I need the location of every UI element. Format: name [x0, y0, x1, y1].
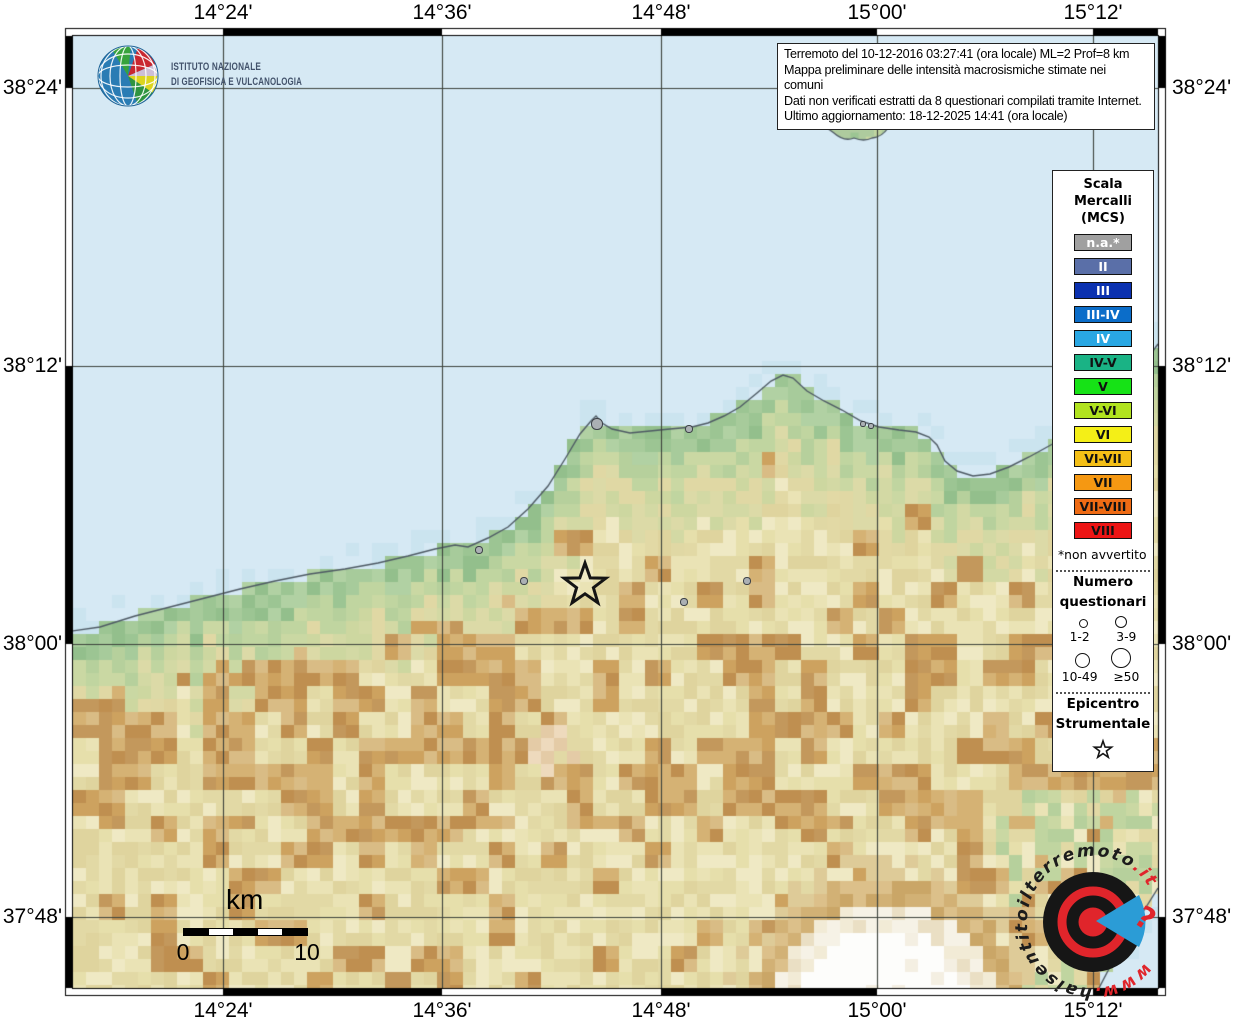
scale-bar: km 0 10: [160, 884, 340, 968]
axis-label-right-1: 38°12': [1172, 354, 1232, 378]
axis-label-top-4: 15°12': [1063, 1, 1122, 25]
legend-panel: ScalaMercalli(MCS)n.a.*IIIIIIII-IVIVIV-V…: [1052, 170, 1154, 772]
legend-swatch-VI: VI: [1074, 426, 1132, 443]
questionnaire-size-label: 3-9: [1106, 630, 1146, 644]
legend-swatch-VI-VII: VI-VII: [1074, 450, 1132, 467]
questionnaire-dot: [475, 546, 482, 553]
questionnaire-size-label: 1-2: [1060, 630, 1100, 644]
ingv-name-line2: DI GEOFISICA E VULCANOLOGIA: [171, 76, 302, 88]
questionnaire-size-circle-icon: [1075, 653, 1090, 668]
axis-label-bottom-1: 14°36': [412, 999, 471, 1023]
legend-title-line: Mercalli: [1053, 193, 1153, 210]
axis-label-top-0: 14°24': [193, 1, 252, 25]
axis-label-right-0: 38°24': [1172, 76, 1232, 100]
legend-swatch-VIII: VIII: [1074, 522, 1132, 539]
axis-label-left-0: 38°24': [2, 76, 62, 100]
scale-bar-unit-label: km: [226, 884, 263, 916]
epicenter-legend-star: [1091, 738, 1115, 762]
legend-swatch-IV-V: IV-V: [1074, 354, 1132, 371]
axis-label-left-3: 37°48': [2, 905, 62, 929]
scale-bar-segment: [233, 929, 258, 935]
questionnaire-size-label: ≥50: [1106, 670, 1146, 684]
questionnaire-size-circle-icon: [1079, 619, 1088, 628]
axis-label-bottom-0: 14°24': [193, 999, 252, 1023]
star-icon: [1094, 741, 1111, 757]
ingv-globe-icon: [98, 43, 160, 106]
axis-label-bottom-2: 14°48': [631, 999, 690, 1023]
legend-swatch-V-VI: V-VI: [1074, 402, 1132, 419]
star-icon: [564, 563, 606, 603]
axis-label-top-1: 14°36': [412, 1, 471, 25]
legend-circle-row: [1053, 616, 1153, 628]
legend-swatch-III: III: [1074, 282, 1132, 299]
info-line-event: Terremoto del 10-12-2016 03:27:41 (ora l…: [784, 47, 1148, 63]
legend-swatch-III-IV: III-IV: [1074, 306, 1132, 323]
scale-bar-segment: [184, 929, 209, 935]
legend-swatch-n.a.*: n.a.*: [1074, 234, 1132, 251]
legend-questionnaire-title-line: Numero: [1053, 572, 1153, 592]
macroseismic-intensity-map: 14°24' 14°36' 14°48' 15°00' 15°12' 14°24' 14°3…: [0, 0, 1254, 1024]
legend-circle-labels: 1-2 3-9: [1053, 630, 1153, 644]
axis-label-top-2: 14°48': [631, 1, 690, 25]
questionnaire-size-label: 10-49: [1060, 670, 1100, 684]
axis-label-right-2: 38°00': [1172, 632, 1232, 656]
scale-bar-segments: [183, 928, 308, 936]
info-line-maptype: Mappa preliminare delle intensità macros…: [784, 63, 1148, 94]
info-line-source: Dati non verificati estratti da 8 questi…: [784, 94, 1148, 110]
axis-label-left-2: 38°00': [2, 632, 62, 656]
questionnaire-dot: [520, 577, 527, 584]
legend-title-line: Scala: [1053, 176, 1153, 193]
scale-bar-start-label: 0: [177, 939, 190, 966]
legend-swatch-V: V: [1074, 378, 1132, 395]
scale-bar-segment: [209, 929, 234, 935]
axis-label-bottom-3: 15°00': [847, 999, 906, 1023]
questionnaire-dot: [591, 418, 602, 429]
legend-epicenter-title-line: Strumentale: [1053, 714, 1153, 734]
questionnaire-size-circle-icon: [1115, 616, 1127, 628]
legend-swatch-VII-VIII: VII-VIII: [1074, 498, 1132, 515]
questionnaire-dot: [860, 421, 865, 426]
legend-swatch-IV: IV: [1074, 330, 1132, 347]
ingv-name-line1: ISTITUTO NAZIONALE: [171, 61, 261, 73]
legend-circle-row: [1053, 648, 1153, 668]
questionnaire-dot: [743, 577, 750, 584]
hsit-bullseye-icon: [1043, 872, 1146, 972]
legend-swatch-VII: VII: [1074, 474, 1132, 491]
axis-label-top-3: 15°00': [847, 1, 906, 25]
questionnaire-size-circle-icon: [1111, 648, 1131, 668]
axis-label-left-1: 38°12': [2, 354, 62, 378]
scale-bar-segment: [282, 929, 307, 935]
scale-bar-end-label: 10: [294, 939, 320, 966]
legend-circle-labels: 10-49 ≥50: [1053, 670, 1153, 684]
legend-questionnaire-title-line: questionari: [1053, 592, 1153, 612]
info-line-update: Ultimo aggiornamento: 18-12-2025 14:41 (…: [784, 109, 1148, 125]
legend-epicenter-title-line: Epicentro: [1053, 694, 1153, 714]
epicenter-star-marker: [559, 559, 611, 611]
questionnaire-dot: [680, 598, 687, 605]
ingv-logo: ISTITUTO NAZIONALE DI GEOFISICA E VULCAN…: [95, 42, 310, 110]
questionnaire-dot: [685, 425, 692, 432]
questionnaire-dot: [868, 423, 873, 428]
legend-footnote: *non avvertito: [1053, 548, 1153, 562]
legend-swatch-II: II: [1074, 258, 1132, 275]
hsit-logo: ? www.haisentitoilterremoto.it: [1003, 832, 1183, 1012]
scale-bar-segment: [258, 929, 283, 935]
info-box: Terremoto del 10-12-2016 03:27:41 (ora l…: [777, 43, 1155, 130]
legend-title-line: (MCS): [1053, 210, 1153, 227]
